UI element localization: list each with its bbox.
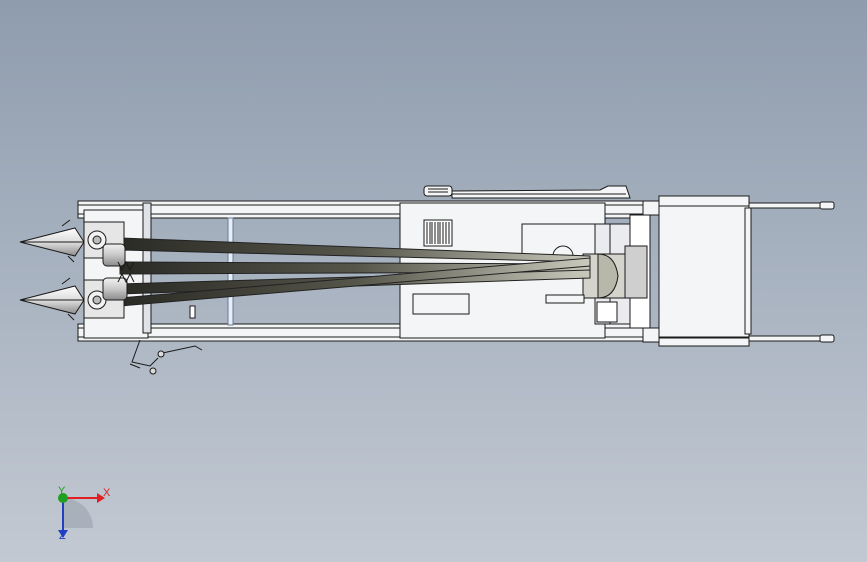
- vent-grill: [423, 219, 453, 247]
- rear-handle: [658, 195, 835, 347]
- cone-tool-lower: [19, 277, 85, 321]
- cone-tool-upper: [19, 219, 85, 263]
- axis-z-label: Z: [59, 530, 66, 542]
- machine-model[interactable]: [0, 0, 867, 562]
- top-pulley: [423, 185, 631, 199]
- cad-viewport[interactable]: X Y Z: [0, 0, 867, 562]
- axis-x-label: X: [103, 487, 111, 499]
- axis-y-label: Y: [58, 485, 66, 497]
- lever-linkage: [129, 339, 203, 375]
